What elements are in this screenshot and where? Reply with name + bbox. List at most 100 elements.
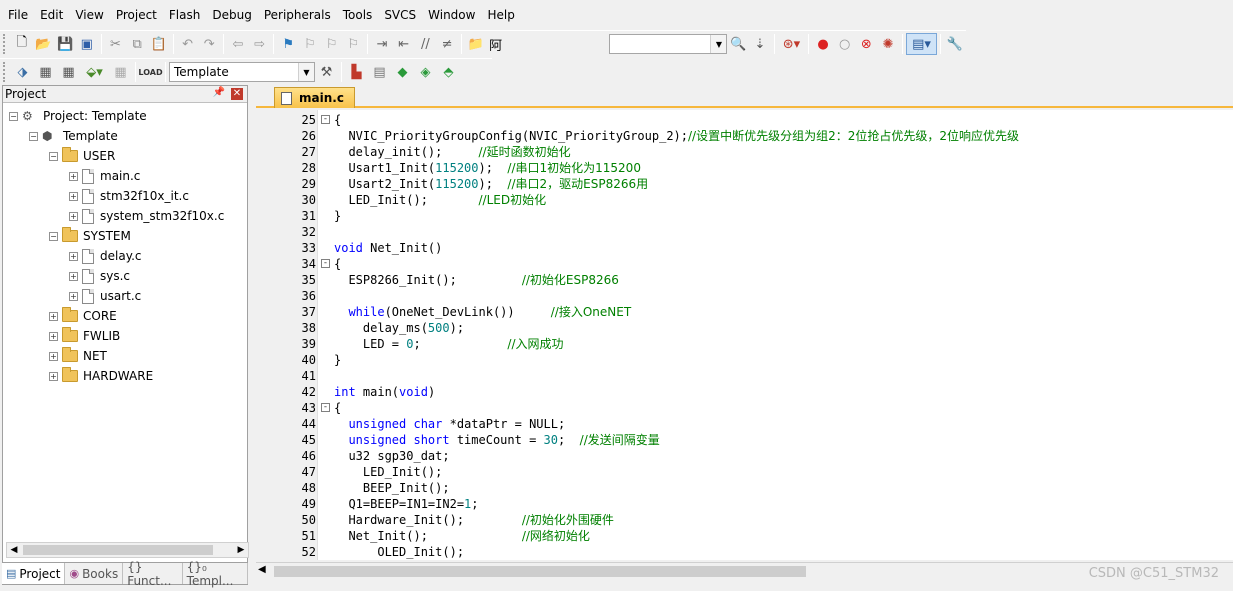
expand-icon[interactable]: + bbox=[49, 311, 58, 321]
undo-icon[interactable]: ↶ bbox=[177, 33, 198, 55]
target-options-icon[interactable]: ⚒ bbox=[316, 61, 338, 83]
select-software-packs-icon[interactable]: ◈ bbox=[415, 61, 437, 83]
expand-icon[interactable]: + bbox=[69, 291, 78, 301]
menu-flash[interactable]: Flash bbox=[163, 0, 206, 30]
editor-hscrollbar[interactable]: ◀ bbox=[256, 562, 1233, 579]
stop-build-icon[interactable]: ▦ bbox=[110, 61, 132, 83]
tree-file[interactable]: + stm32f10x_it.c bbox=[69, 186, 189, 206]
editor-tab-main-c[interactable]: main.c bbox=[274, 87, 355, 108]
tree-group[interactable]: + NET bbox=[49, 346, 107, 366]
tree-file[interactable]: + sys.c bbox=[69, 266, 130, 286]
tree-group[interactable]: − USER bbox=[49, 146, 115, 166]
menu-peripherals[interactable]: Peripherals bbox=[258, 0, 337, 30]
file-extensions-icon[interactable]: ▤ bbox=[369, 61, 391, 83]
debug-session-icon[interactable]: ⊛▾ bbox=[778, 33, 804, 55]
tree-file[interactable]: + main.c bbox=[69, 166, 140, 186]
window-layout-icon[interactable]: ▤▾ bbox=[906, 33, 937, 55]
menu-view[interactable]: View bbox=[69, 0, 109, 30]
rebuild-icon[interactable]: ▦ bbox=[58, 61, 80, 83]
collapse-icon[interactable]: − bbox=[29, 131, 38, 141]
project-hscrollbar[interactable]: ◀ ▶ bbox=[6, 542, 249, 558]
scroll-left-icon[interactable]: ◀ bbox=[258, 564, 266, 575]
tab-project[interactable]: ▤ Project bbox=[2, 563, 66, 584]
paste-icon[interactable]: 📋 bbox=[149, 33, 170, 55]
breakpoint-icon[interactable]: ● bbox=[813, 33, 834, 55]
disable-breakpoint-icon[interactable]: ○ bbox=[834, 33, 855, 55]
tab-functions[interactable]: {} Funct... bbox=[123, 560, 183, 588]
menu-file[interactable]: File bbox=[2, 0, 34, 30]
tree-root[interactable]: − ⚙ Project: Template bbox=[9, 106, 147, 126]
fold-icon[interactable]: - bbox=[321, 115, 330, 124]
expand-icon[interactable]: + bbox=[69, 171, 78, 181]
menu-tools[interactable]: Tools bbox=[337, 0, 379, 30]
expand-icon[interactable]: + bbox=[49, 331, 58, 341]
fold-icon[interactable]: - bbox=[321, 259, 330, 268]
navigate-forward-icon[interactable]: ⇨ bbox=[249, 33, 270, 55]
build-icon[interactable]: ▦ bbox=[35, 61, 57, 83]
menu-project[interactable]: Project bbox=[110, 0, 163, 30]
next-bookmark-icon[interactable]: ⚐ bbox=[321, 33, 342, 55]
save-all-icon[interactable]: ▣ bbox=[76, 33, 97, 55]
copy-icon[interactable]: ⧉ bbox=[127, 33, 148, 55]
scroll-right-icon[interactable]: ▶ bbox=[234, 543, 248, 557]
open-file-icon[interactable]: 📂 bbox=[33, 33, 54, 55]
close-icon[interactable]: ✕ bbox=[231, 88, 243, 100]
disable-all-breakpoints-icon[interactable]: ⊗ bbox=[856, 33, 877, 55]
tree-file[interactable]: + usart.c bbox=[69, 286, 141, 306]
toolbar-grip[interactable] bbox=[3, 62, 7, 82]
collapse-icon[interactable]: − bbox=[9, 111, 18, 121]
tab-templates[interactable]: {}₀ Templ... bbox=[183, 560, 248, 588]
find-combo[interactable]: ▼ bbox=[608, 34, 728, 54]
tree-group[interactable]: + HARDWARE bbox=[49, 366, 153, 386]
unindent-icon[interactable]: ⇤ bbox=[393, 33, 414, 55]
expand-icon[interactable]: + bbox=[69, 251, 78, 261]
incremental-find-icon[interactable]: ⇣ bbox=[750, 33, 771, 55]
expand-icon[interactable]: + bbox=[69, 191, 78, 201]
clear-bookmarks-icon[interactable]: ⚐ bbox=[343, 33, 364, 55]
run-time-environment-icon[interactable]: ⬘ bbox=[438, 61, 460, 83]
expand-icon[interactable]: + bbox=[49, 371, 58, 381]
configure-icon[interactable]: 🔧 bbox=[945, 33, 966, 55]
fold-icon[interactable]: - bbox=[321, 403, 330, 412]
save-icon[interactable]: 💾 bbox=[55, 33, 76, 55]
redo-icon[interactable]: ↷ bbox=[199, 33, 220, 55]
scroll-thumb[interactable] bbox=[274, 566, 806, 577]
collapse-icon[interactable]: − bbox=[49, 151, 58, 161]
translate-icon[interactable]: ⬗ bbox=[12, 61, 34, 83]
scroll-left-icon[interactable]: ◀ bbox=[7, 543, 21, 557]
manage-components-icon[interactable]: ▙ bbox=[346, 61, 368, 83]
menu-help[interactable]: Help bbox=[481, 0, 520, 30]
tree-group[interactable]: + CORE bbox=[49, 306, 117, 326]
find-in-files-icon[interactable]: 📁 bbox=[465, 33, 486, 55]
scroll-thumb[interactable] bbox=[23, 545, 213, 555]
bookmark-icon[interactable]: ⚑ bbox=[278, 33, 299, 55]
menu-svcs[interactable]: SVCS bbox=[378, 0, 422, 30]
prev-bookmark-icon[interactable]: ⚐ bbox=[300, 33, 321, 55]
tree-group[interactable]: + FWLIB bbox=[49, 326, 120, 346]
find-icon[interactable]: 🔍 bbox=[728, 33, 749, 55]
indent-icon[interactable]: ⇥ bbox=[372, 33, 393, 55]
pin-icon[interactable]: 📌 bbox=[213, 87, 225, 98]
tree-target[interactable]: − ⬢ Template bbox=[29, 126, 118, 146]
uncomment-icon[interactable]: ≠ bbox=[437, 33, 458, 55]
new-file-icon[interactable]: 🗋 bbox=[11, 33, 32, 55]
collapse-icon[interactable]: − bbox=[49, 231, 58, 241]
expand-icon[interactable]: + bbox=[69, 211, 78, 221]
expand-icon[interactable]: + bbox=[69, 271, 78, 281]
expand-icon[interactable]: + bbox=[49, 351, 58, 361]
menu-window[interactable]: Window bbox=[422, 0, 481, 30]
tree-file[interactable]: + delay.c bbox=[69, 246, 142, 266]
pack-installer-icon[interactable]: ◆ bbox=[392, 61, 414, 83]
kill-breakpoints-icon[interactable]: ✺ bbox=[878, 33, 899, 55]
code-editor[interactable]: 25-{26 NVIC_PriorityGroupConfig(NVIC_Pri… bbox=[256, 110, 1233, 560]
menu-debug[interactable]: Debug bbox=[206, 0, 257, 30]
target-select[interactable]: Template ▼ bbox=[169, 62, 315, 82]
tab-books[interactable]: ◉ Books bbox=[65, 563, 124, 584]
tree-group[interactable]: − SYSTEM bbox=[49, 226, 131, 246]
batch-build-icon[interactable]: ⬙▾ bbox=[81, 61, 109, 83]
toolbar-grip[interactable] bbox=[3, 34, 7, 54]
download-icon[interactable]: LOAD bbox=[138, 61, 162, 83]
navigate-back-icon[interactable]: ⇦ bbox=[228, 33, 249, 55]
comment-icon[interactable]: // bbox=[415, 33, 436, 55]
cut-icon[interactable]: ✂ bbox=[105, 33, 126, 55]
